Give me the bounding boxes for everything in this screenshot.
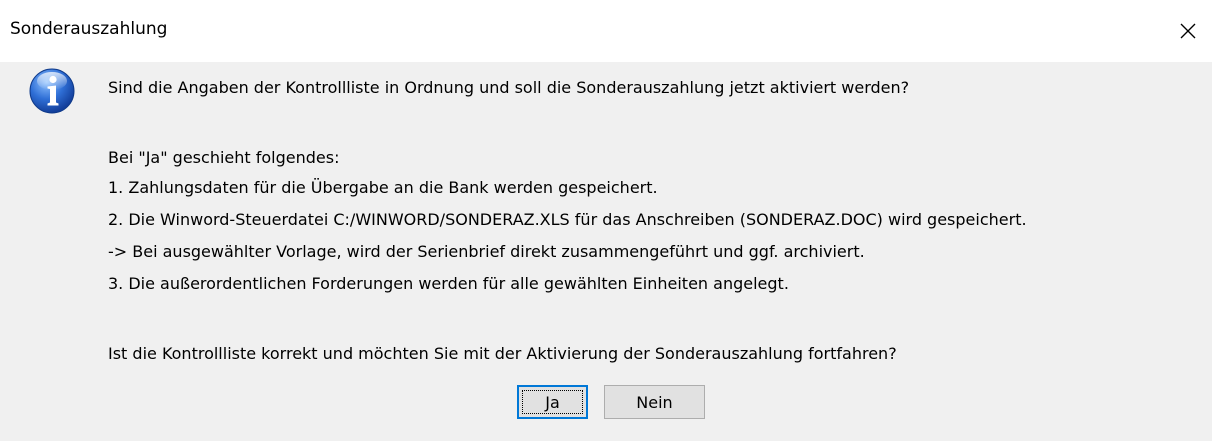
message-step-3: 3. Die außerordentlichen Forderungen wer…: [108, 274, 789, 293]
message-note: -> Bei ausgewählter Vorlage, wird der Se…: [108, 242, 865, 261]
yes-button-label: Ja: [545, 392, 560, 412]
close-icon: [1179, 22, 1197, 40]
message-step-2: 2. Die Winword-Steuerdatei C:/WINWORD/SO…: [108, 210, 1027, 229]
message-intro: Bei "Ja" geschieht folgendes:: [108, 148, 340, 167]
no-button[interactable]: Nein: [604, 385, 705, 419]
message-dialog: Sonderauszahlung Sind die Angaben der Ko…: [0, 0, 1212, 441]
message-step-1: 1. Zahlungsdaten für die Übergabe an die…: [108, 178, 658, 197]
message-question: Sind die Angaben der Kontrollliste in Or…: [108, 78, 910, 97]
dialog-title: Sonderauszahlung: [10, 19, 168, 39]
info-icon: [28, 67, 76, 115]
no-button-label: Nein: [636, 392, 673, 412]
yes-button[interactable]: Ja: [517, 385, 588, 419]
message-confirm: Ist die Kontrollliste korrekt und möchte…: [108, 344, 897, 363]
title-bar: Sonderauszahlung: [0, 0, 1212, 62]
close-button[interactable]: [1164, 0, 1212, 62]
